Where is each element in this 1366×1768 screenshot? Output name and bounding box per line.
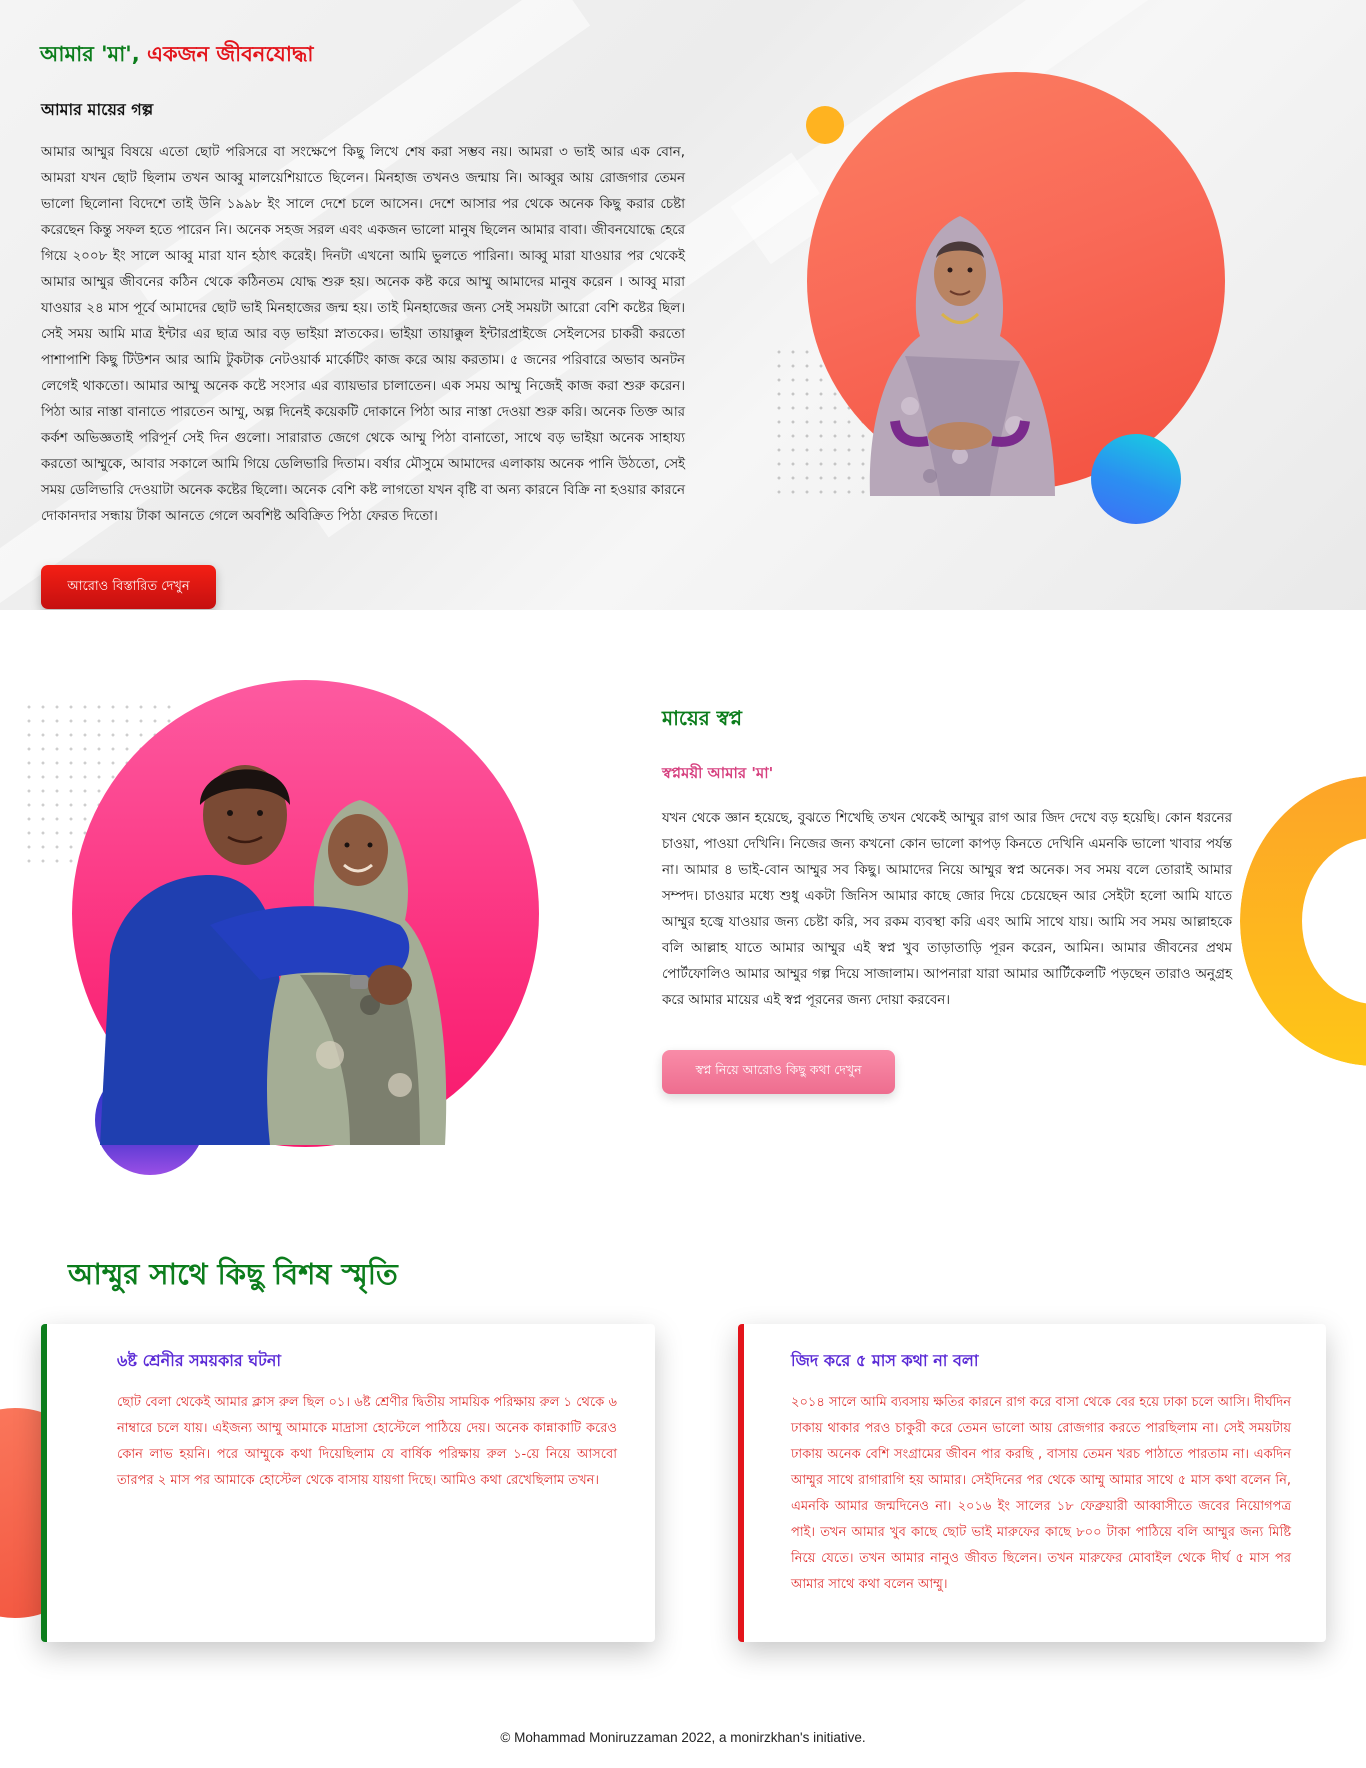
- headline-green: আমার 'মা',: [40, 42, 140, 66]
- blue-circle: [1091, 434, 1181, 524]
- headline-red: একজন জীবনযোদ্ধা: [147, 42, 314, 66]
- dream-more-button[interactable]: স্বপ্ন নিয়ে আরোও কিছু কথা দেখুন: [662, 1050, 895, 1094]
- mother-photo: [869, 216, 1055, 496]
- story-paragraph: আমার আম্মুর বিষয়ে এতো ছোট পরিসরে বা সংক…: [41, 145, 685, 524]
- memories-title: আম্মুর সাথে কিছু বিশষ স্মৃতি: [68, 1257, 398, 1291]
- page: আমার 'মা', একজন জীবনযোদ্ধা আমার মায়ের গ…: [0, 0, 1366, 1768]
- page-headline: আমার 'মা', একজন জীবনযোদ্ধা: [40, 38, 313, 73]
- yellow-dot: [806, 106, 844, 144]
- memory-card: জিদ করে ৫ মাস কথা না বলা ২০১৪ সালে আমি ব…: [738, 1324, 1326, 1642]
- footer-copyright: © Mohammad Moniruzzaman 2022, a monirzkh…: [500, 1730, 866, 1745]
- dream-title: মায়ের স্বপ্ন: [662, 706, 743, 730]
- dream-paragraph: যখন থেকে জ্ঞান হয়েছে, বুঝতে শিখেছি তখন …: [662, 811, 1232, 1008]
- see-more-details-button[interactable]: আরোও বিস্তারিত দেখুন: [41, 565, 216, 609]
- mother-son-photo: [100, 765, 447, 1145]
- memory-card: ৬ষ্ট শ্রেনীর সময়কার ঘটনা ছোট বেলা থেকেই…: [41, 1324, 655, 1642]
- story-subtitle: আমার মায়ের গল্প: [41, 100, 154, 119]
- story-section: আমার 'মা', একজন জীবনযোদ্ধা আমার মায়ের গ…: [0, 0, 1366, 610]
- dream-subtitle: স্বপ্নময়ী আমার 'মা': [662, 764, 774, 782]
- memory-card-title: জিদ করে ৫ মাস কথা না বলা: [791, 1351, 979, 1370]
- memory-card-body: ২০১৪ সালে আমি ব্যবসায় ক্ষতির কারনে রাগ …: [791, 1395, 1291, 1592]
- memory-card-title: ৬ষ্ট শ্রেনীর সময়কার ঘটনা: [117, 1351, 282, 1370]
- memory-card-body: ছোট বেলা থেকেই আমার ক্লাস রুল ছিল ০১। ৬ষ…: [117, 1395, 617, 1488]
- yellow-ring: [1240, 776, 1366, 1066]
